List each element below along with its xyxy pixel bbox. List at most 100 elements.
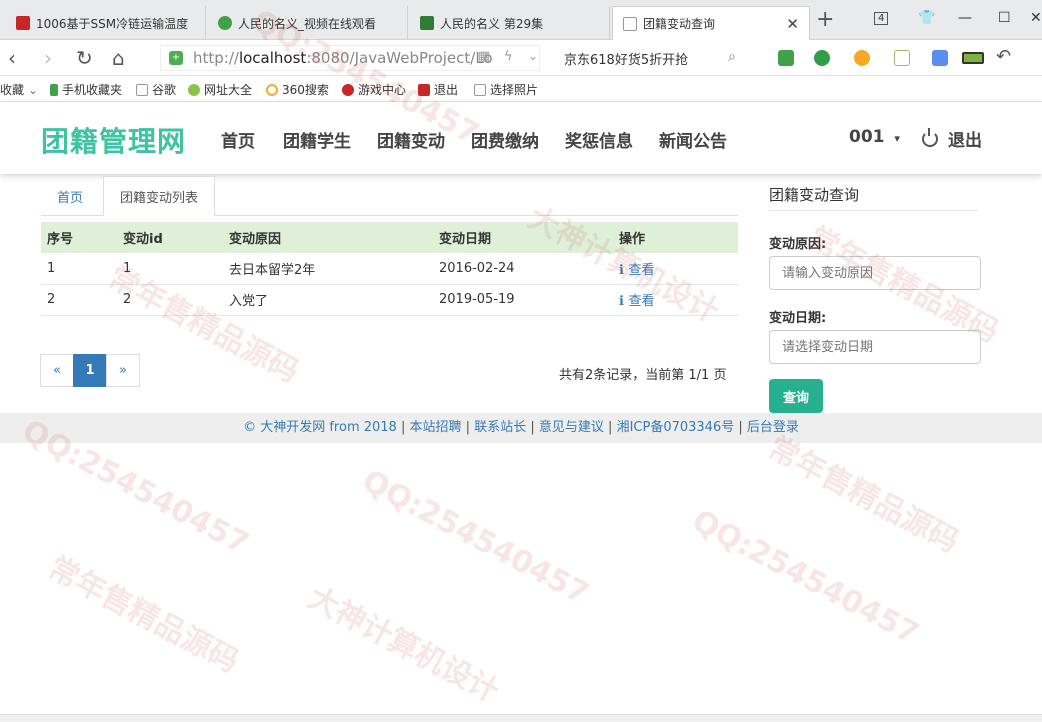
col-index: 序号 bbox=[41, 222, 117, 253]
new-tab-button[interactable]: + bbox=[816, 9, 834, 31]
browser-tab-2[interactable]: 人民的名义_视频在线观看 bbox=[208, 6, 408, 40]
bookmark-hao[interactable]: 网址大全 bbox=[188, 81, 252, 98]
address-toolbar: ‹ › ↻ ⌂ + http:// localhost :8080/JavaWe… bbox=[0, 40, 1042, 76]
bookmark-favorites[interactable]: 收藏 ⌄ bbox=[0, 81, 38, 98]
footer-feedback[interactable]: 意见与建议 bbox=[539, 420, 604, 435]
bookmark-label: 游戏中心 bbox=[358, 83, 407, 97]
exit-icon bbox=[418, 83, 430, 96]
search-icon[interactable]: ⌕ bbox=[728, 49, 736, 65]
forward-icon[interactable]: › bbox=[44, 46, 52, 70]
user-menu[interactable]: 001 ▾ bbox=[849, 127, 900, 147]
chevron-down-icon[interactable]: ⌄ bbox=[528, 49, 538, 63]
bookmark-mobile[interactable]: 手机收藏夹 bbox=[50, 81, 122, 98]
browser-tab-title: 1006基于SSM冷链运输温度 bbox=[36, 16, 189, 31]
bookmark-label: 网址大全 bbox=[204, 83, 253, 97]
footer-icp[interactable]: 湘ICP备0703346号 bbox=[617, 420, 735, 435]
secure-shield-icon: + bbox=[169, 51, 183, 65]
footer-copyright[interactable]: © 大神开发网 from 2018 bbox=[243, 420, 397, 435]
coupon-icon[interactable] bbox=[854, 50, 870, 66]
chevron-down-icon: ⌄ bbox=[28, 82, 39, 97]
bookmark-label: 手机收藏夹 bbox=[62, 83, 123, 97]
browser-tab-active[interactable]: 团籍变动查询 ✕ bbox=[612, 6, 810, 40]
close-window-icon[interactable]: ✕ bbox=[1030, 10, 1042, 26]
back-icon[interactable]: ‹ bbox=[8, 46, 16, 70]
url-prefix: http:// bbox=[193, 49, 239, 67]
page-prev-button[interactable]: « bbox=[40, 354, 74, 387]
game-center-icon bbox=[342, 83, 354, 96]
browser-tab-3[interactable]: 人民的名义 第29集 bbox=[410, 6, 610, 40]
page-next-button[interactable]: » bbox=[106, 354, 140, 387]
tab-favicon-icon bbox=[16, 16, 30, 30]
nav-students[interactable]: 团籍学生 bbox=[283, 127, 351, 152]
watermark: 大神计算机设计 bbox=[302, 580, 505, 710]
caret-down-icon: ▾ bbox=[894, 132, 900, 145]
cell-id: 2 bbox=[117, 284, 223, 316]
pagination: « 1 » bbox=[40, 354, 140, 387]
browser-tab-1[interactable]: 1006基于SSM冷链运输温度 bbox=[6, 6, 206, 40]
view-link[interactable]: ℹ 查看 bbox=[619, 294, 654, 309]
url-rest: :8080/JavaWebProject/Lo bbox=[306, 49, 493, 67]
view-link[interactable]: ℹ 查看 bbox=[619, 263, 654, 278]
nav-changes[interactable]: 团籍变动 bbox=[377, 127, 445, 152]
home-icon[interactable]: ⌂ bbox=[112, 46, 125, 70]
shirt-skin-icon[interactable]: 👕 bbox=[918, 10, 935, 26]
logout-button[interactable]: 退出 bbox=[922, 126, 982, 151]
phone-icon bbox=[50, 83, 58, 96]
change-table: 序号 变动id 变动原因 变动日期 操作 1 1 去日本留学2年 2016-02… bbox=[41, 222, 738, 316]
bookmark-photos[interactable]: 选择照片 bbox=[474, 81, 538, 98]
close-tab-icon[interactable]: ✕ bbox=[786, 15, 799, 33]
query-button[interactable]: 查询 bbox=[769, 379, 823, 413]
reason-input[interactable] bbox=[769, 256, 981, 290]
footer-contact[interactable]: 联系站长 bbox=[474, 420, 526, 435]
page-1-button[interactable]: 1 bbox=[73, 354, 107, 387]
bookmark-google[interactable]: 谷歌 bbox=[136, 81, 176, 98]
minimize-icon[interactable]: — bbox=[958, 10, 972, 26]
nav-fees[interactable]: 团费缴纳 bbox=[471, 127, 539, 152]
site-navbar: 团籍管理网 首页 团籍学生 团籍变动 团费缴纳 奖惩信息 新闻公告 001 ▾ … bbox=[0, 102, 1042, 174]
battery-icon[interactable] bbox=[962, 52, 984, 64]
lightning-icon[interactable]: ϟ bbox=[504, 49, 513, 64]
qr-grid-icon[interactable]: ▦ bbox=[478, 49, 490, 64]
scissors-icon[interactable] bbox=[778, 50, 794, 66]
search-text: 京东618好货5折开抢 bbox=[564, 52, 689, 68]
footer-admin-login[interactable]: 后台登录 bbox=[747, 420, 799, 435]
bookmark-games[interactable]: 游戏中心 bbox=[342, 81, 406, 98]
date-input[interactable] bbox=[769, 330, 981, 364]
cell-id: 1 bbox=[117, 253, 223, 285]
maximize-icon[interactable]: ☐ bbox=[998, 10, 1011, 26]
tab-home[interactable]: 首页 bbox=[41, 176, 99, 216]
tab-count-badge[interactable]: 4 bbox=[874, 12, 889, 25]
col-date: 变动日期 bbox=[433, 222, 613, 253]
nav-news[interactable]: 新闻公告 bbox=[659, 127, 727, 152]
360-icon bbox=[266, 83, 278, 96]
footer-separator: | bbox=[465, 420, 471, 435]
view-label: 查看 bbox=[628, 294, 655, 309]
search-box[interactable]: 京东618好货5折开抢 bbox=[556, 45, 752, 71]
undo-icon[interactable]: ↶ bbox=[996, 46, 1011, 67]
nav-rewards[interactable]: 奖惩信息 bbox=[565, 127, 633, 152]
bookmark-label: 选择照片 bbox=[490, 83, 539, 97]
view-label: 查看 bbox=[628, 262, 655, 278]
browser-tab-bar: 1006基于SSM冷链运输温度 人民的名义_视频在线观看 人民的名义 第29集 … bbox=[0, 0, 1042, 40]
bookmark-360[interactable]: 360搜索 bbox=[266, 81, 329, 98]
brand-logo[interactable]: 团籍管理网 bbox=[41, 120, 186, 160]
watermark: QQ:254540457 bbox=[356, 463, 595, 612]
url-host: localhost bbox=[238, 49, 307, 67]
iqiyi-icon bbox=[420, 16, 434, 30]
col-id: 变动id bbox=[117, 222, 223, 253]
tab-change-list[interactable]: 团籍变动列表 bbox=[103, 176, 216, 216]
footer-separator: | bbox=[608, 420, 613, 435]
cell-action: ℹ 查看 bbox=[613, 253, 738, 285]
nav-home[interactable]: 首页 bbox=[221, 127, 255, 152]
game-icon[interactable] bbox=[894, 50, 910, 66]
cell-index: 1 bbox=[41, 253, 117, 285]
table-row: 1 1 去日本留学2年 2016-02-24 ℹ 查看 bbox=[41, 253, 738, 285]
apps-icon[interactable] bbox=[932, 50, 948, 66]
reload-icon[interactable]: ↻ bbox=[76, 46, 93, 70]
bookmark-exit[interactable]: 退出 bbox=[418, 81, 458, 98]
cell-reason: 入党了 bbox=[223, 284, 433, 316]
cell-action: ℹ 查看 bbox=[613, 284, 738, 316]
footer-jobs[interactable]: 本站招聘 bbox=[410, 420, 462, 435]
translate-icon[interactable] bbox=[814, 50, 830, 66]
page-icon bbox=[623, 16, 637, 31]
